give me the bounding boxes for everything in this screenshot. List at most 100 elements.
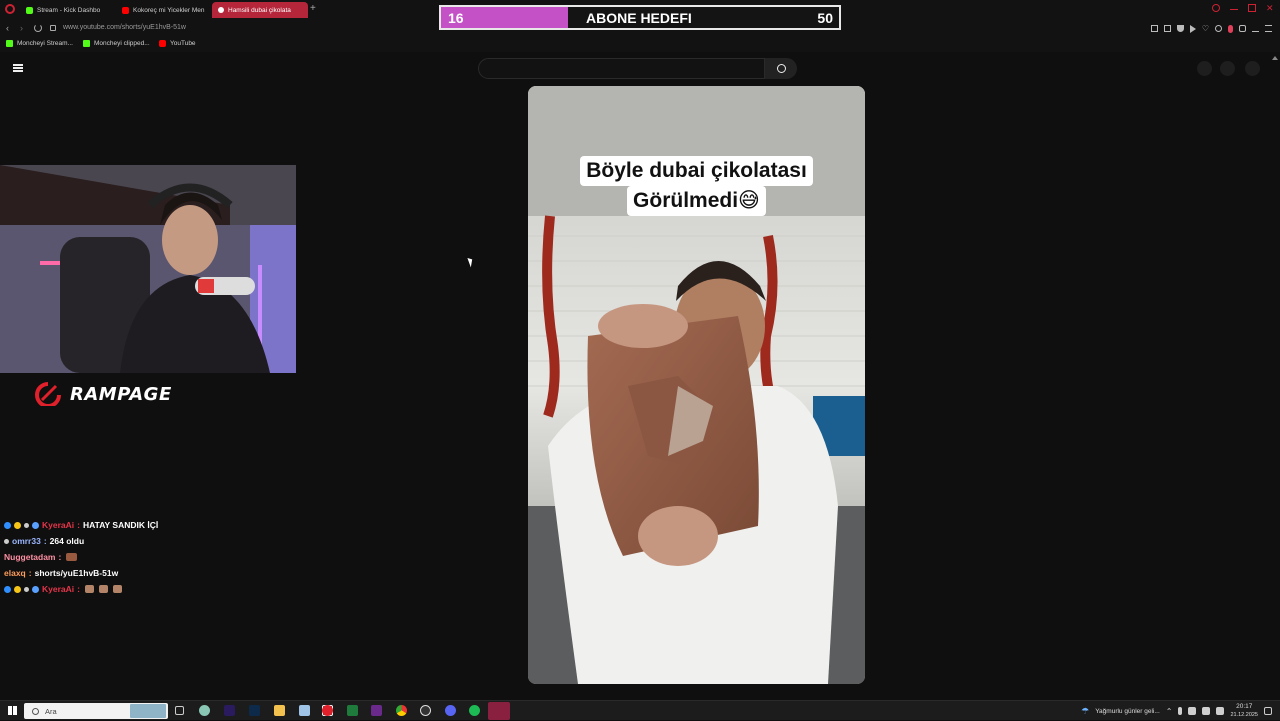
chat-text: shorts/yuE1hvB-51w xyxy=(34,568,119,578)
browser-menu-icon[interactable] xyxy=(5,4,15,14)
chat-message: Nuggetadam: xyxy=(4,549,304,565)
gift-badge-icon xyxy=(24,522,29,528)
extension-icon[interactable] xyxy=(1239,25,1246,32)
menu-dots-icon[interactable] xyxy=(1265,25,1272,32)
volume-icon[interactable] xyxy=(1216,707,1225,715)
tab-kick-dashboard[interactable]: Stream - Kick Dashbo xyxy=(20,2,110,18)
weather-icon: ☂ xyxy=(1081,705,1090,716)
bookmark-icon[interactable] xyxy=(1150,25,1158,32)
kick-icon xyxy=(6,40,13,47)
bookmark-label: YouTube xyxy=(170,40,196,47)
youtube-icon xyxy=(159,40,166,47)
tab-kokorec-video[interactable]: Kokoreç mi Yicekler Men xyxy=(116,2,208,18)
youtube-icon xyxy=(218,7,224,13)
play-icon[interactable] xyxy=(1189,25,1196,33)
windows-start-icon[interactable] xyxy=(8,706,17,715)
face-emote-icon xyxy=(84,585,94,593)
kick-icon xyxy=(83,40,90,47)
youtube-icon xyxy=(122,6,129,14)
network-icon[interactable] xyxy=(1202,707,1211,715)
chat-username: omrr33 xyxy=(12,536,41,546)
gift-badge-icon xyxy=(4,538,9,544)
maximize-icon[interactable] xyxy=(1248,4,1256,12)
screenshot-icon[interactable] xyxy=(1163,25,1171,32)
face-emote-icon xyxy=(112,585,122,593)
page-scrollbar[interactable] xyxy=(1272,56,1278,696)
rampage-logo-icon xyxy=(35,382,61,406)
diamond-badge-icon xyxy=(32,585,39,593)
youtube-search-input[interactable] xyxy=(478,58,765,79)
new-tab-button[interactable]: + xyxy=(310,3,316,14)
chat-message: KyeraAi: xyxy=(4,581,304,597)
loading-icon[interactable] xyxy=(34,24,42,32)
weather-text[interactable]: Yağmurlu günler geli... xyxy=(1095,708,1160,715)
extension-red-icon[interactable] xyxy=(1228,25,1233,33)
file-explorer-icon[interactable] xyxy=(274,705,285,716)
create-button[interactable] xyxy=(1197,61,1212,76)
forward-icon[interactable]: › xyxy=(20,23,23,33)
bookmark-moncheyi-stream[interactable]: Moncheyi Stream... xyxy=(6,40,73,47)
download-icon[interactable] xyxy=(1252,25,1259,32)
extension-icons: ♡ xyxy=(1150,25,1272,33)
obs-icon[interactable] xyxy=(420,705,431,716)
tab-label: Kokoreç mi Yicekler Men xyxy=(133,6,205,14)
chat-message: KyeraAi: HATAY SANDIK İÇİ xyxy=(4,517,304,533)
chevron-up-icon[interactable]: ⌃ xyxy=(1166,707,1173,716)
bookmark-label: Moncheyi Stream... xyxy=(17,40,73,47)
task-view-icon[interactable] xyxy=(175,706,184,715)
subscriber-badge-icon xyxy=(14,521,21,529)
chat-text: 264 oldu xyxy=(49,536,85,546)
taskbar-search-placeholder: Ara xyxy=(45,706,57,716)
heart-icon[interactable]: ♡ xyxy=(1202,25,1209,33)
chat-username: KyeraAi xyxy=(42,520,75,530)
opera-icon[interactable] xyxy=(322,705,333,716)
streamer-webcam xyxy=(0,165,296,373)
discord-icon[interactable] xyxy=(445,705,456,716)
chat-message: omrr33: 264 oldu xyxy=(4,533,304,549)
webcam-image xyxy=(0,165,296,373)
search-icon xyxy=(32,707,39,715)
rampage-sponsor-logo: RAMPAGE xyxy=(34,381,172,407)
bookmark-moncheyi-clipped[interactable]: Moncheyi clipped... xyxy=(83,40,150,47)
shield-icon[interactable] xyxy=(1188,707,1197,715)
gift-badge-icon xyxy=(24,586,29,592)
hamburger-menu-icon[interactable] xyxy=(13,64,23,72)
excel-icon[interactable] xyxy=(347,705,358,716)
shorts-video-player[interactable]: Böyle dubai çikolatası Görülmedi😅 xyxy=(528,86,865,684)
bookmark-youtube[interactable]: YouTube xyxy=(159,40,196,47)
microphone-icon[interactable] xyxy=(1178,707,1183,715)
tab-label: Stream - Kick Dashbo xyxy=(37,6,101,14)
video-caption: Böyle dubai çikolatası Görülmedi😅 xyxy=(528,156,865,216)
tab-hamsili-dubai[interactable]: Hamsili dubai çikolata xyxy=(212,2,308,18)
notification-icon[interactable] xyxy=(1264,707,1272,715)
widgets-icon[interactable] xyxy=(199,705,210,716)
shield-icon[interactable] xyxy=(1176,25,1184,32)
premiere-rush-icon[interactable] xyxy=(371,705,382,716)
goal-label: ABONE HEDEFI xyxy=(586,9,692,26)
chat-username: elaxq xyxy=(4,568,26,578)
chrome-icon[interactable] xyxy=(396,705,407,716)
youtube-search-button[interactable] xyxy=(765,58,797,79)
active-app-icon[interactable] xyxy=(488,702,510,720)
back-icon[interactable]: ‹ xyxy=(6,23,9,33)
avatar[interactable] xyxy=(1245,61,1260,76)
taskbar-search-field[interactable]: Ara xyxy=(24,703,168,719)
windows-taskbar: Ara ☂ Yağmurlu günler geli... ⌃ 20:17 21… xyxy=(0,700,1280,720)
notepad-icon[interactable] xyxy=(299,705,310,716)
notifications-button[interactable] xyxy=(1220,61,1235,76)
clock[interactable]: 20:17 21.12.2025 xyxy=(1230,703,1258,719)
premiere-icon[interactable] xyxy=(224,705,235,716)
photoshop-icon[interactable] xyxy=(249,705,260,716)
caption-line-2: Görülmedi😅 xyxy=(627,186,766,216)
bookmark-label: Moncheyi clipped... xyxy=(94,40,150,47)
caption-line-1: Böyle dubai çikolatası xyxy=(580,156,813,186)
chat-username: KyeraAi xyxy=(42,584,75,594)
bookmarks-bar: Moncheyi Stream... Moncheyi clipped... Y… xyxy=(0,38,1280,52)
close-icon[interactable]: ✕ xyxy=(1266,4,1274,13)
settings-icon[interactable] xyxy=(1215,25,1222,32)
search-tabs-icon[interactable] xyxy=(1212,4,1220,12)
url-field[interactable]: www.youtube.com/shorts/yuE1hvB-51w xyxy=(63,24,186,31)
system-tray: ☂ Yağmurlu günler geli... ⌃ 20:17 21.12.… xyxy=(1081,701,1272,721)
minimize-icon[interactable] xyxy=(1230,9,1238,10)
spotify-icon[interactable] xyxy=(469,705,480,716)
